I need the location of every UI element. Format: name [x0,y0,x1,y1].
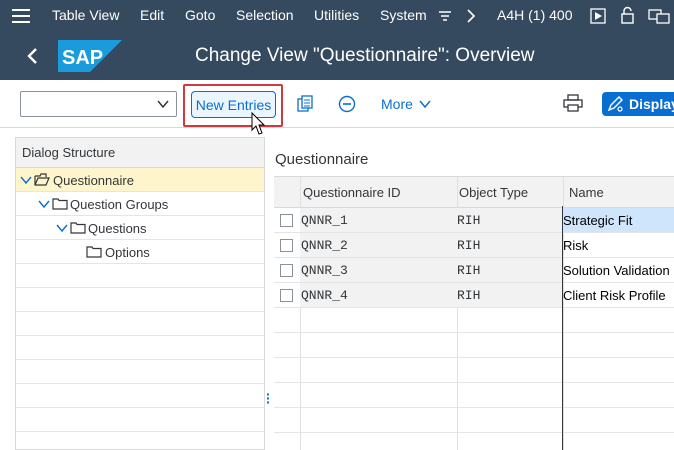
empty-row [274,383,674,408]
tree-empty-row [16,408,264,432]
table-row[interactable]: QNNR_2 RIH Risk [274,233,674,258]
back-icon[interactable] [22,44,42,68]
tree-empty-row [16,288,264,312]
empty-row [274,358,674,383]
empty-row [274,308,674,333]
menu-table-view[interactable]: Table View [52,7,119,23]
cell-name[interactable]: Solution Validation [563,263,670,278]
tree-item-label: Questions [88,221,147,236]
tree-empty-row [16,384,264,408]
cell-name[interactable]: Strategic Fit [563,213,632,228]
folder-icon [86,246,102,258]
panel-splitter[interactable]: · · · [266,387,271,409]
chevron-down-icon[interactable] [56,223,68,233]
display-button[interactable]: Display [602,92,674,116]
open-folder-icon [34,173,50,186]
title-bar: SAP Change View "Questionnaire": Overvie… [0,32,674,80]
mouse-cursor-icon [251,112,266,135]
cell-questionnaire-id: QNNR_2 [301,238,348,253]
tree-empty-row [16,336,264,360]
table-row[interactable]: QNNR_3 RIH Solution Validation [274,258,674,283]
cell-object-type: RIH [457,288,481,303]
display-change-icon [607,96,623,112]
cell-name[interactable]: Client Risk Profile [563,288,666,303]
cell-questionnaire-id: QNNR_3 [301,263,348,278]
chevron-right-icon[interactable] [466,9,476,23]
empty-row [274,408,674,433]
chevron-down-icon[interactable] [38,199,50,209]
table-row[interactable]: QNNR_1 RIH Strategic Fit [274,208,674,233]
row-select-checkbox[interactable] [280,214,293,227]
table-header: Questionnaire ID Object Type Name [274,177,674,208]
grid-title: Questionnaire [275,151,369,168]
row-select-checkbox[interactable] [280,264,293,277]
tree-empty-row [16,360,264,384]
tree-item-label: Question Groups [70,197,169,212]
row-select-checkbox[interactable] [280,289,293,302]
menu-goto[interactable]: Goto [185,7,215,23]
delete-icon[interactable] [338,95,356,113]
customize-icon[interactable] [648,7,670,25]
tree-empty-row [16,264,264,288]
tree-item-questionnaire[interactable]: Questionnaire [16,168,264,192]
dialog-structure-header: Dialog Structure [16,138,264,168]
svg-text:SAP: SAP [62,47,103,69]
sap-logo: SAP [58,40,122,72]
system-id: A4H (1) 400 [497,7,573,23]
tree-item-label: Options [105,245,150,260]
chevron-down-icon[interactable] [20,175,32,185]
tree-item-label: Questionnaire [53,173,134,188]
page-title: Change View "Questionnaire": Overview [195,45,535,66]
unlock-icon[interactable] [620,6,636,24]
folder-icon [52,198,68,210]
folder-icon [70,222,86,234]
menu-bar: Table View Edit Goto Selection Utilities… [0,0,674,32]
copy-as-icon[interactable] [296,95,314,113]
cursor-line [562,206,563,450]
column-header-name[interactable]: Name [569,185,604,200]
chevron-down-icon [419,100,431,109]
tree-empty-row [16,312,264,336]
cell-object-type: RIH [457,263,481,278]
more-label: More [381,96,413,112]
tree-item-questions[interactable]: Questions [16,216,264,240]
table-row[interactable]: QNNR_4 RIH Client Risk Profile [274,283,674,308]
empty-row [274,333,674,358]
cell-questionnaire-id: QNNR_1 [301,213,348,228]
column-header-questionnaire-id[interactable]: Questionnaire ID [303,185,401,200]
cell-name[interactable]: Risk [563,238,588,253]
menu-selection[interactable]: Selection [236,7,294,23]
filter-icon[interactable] [438,9,452,23]
questionnaire-table: Questionnaire ID Object Type Name QNNR_1… [274,176,674,450]
menu-system[interactable]: System [380,7,427,23]
display-label: Display [629,96,674,112]
execute-icon[interactable] [590,8,606,24]
cell-questionnaire-id: QNNR_4 [301,288,348,303]
row-select-checkbox[interactable] [280,239,293,252]
cell-object-type: RIH [457,213,481,228]
more-button[interactable]: More [381,96,432,112]
cell-object-type: RIH [457,238,481,253]
menu-edit[interactable]: Edit [140,7,164,23]
tree-item-options[interactable]: Options [16,240,264,264]
menu-utilities[interactable]: Utilities [314,7,359,23]
column-header-object-type[interactable]: Object Type [459,185,528,200]
command-field[interactable] [20,91,177,117]
tree-item-question-groups[interactable]: Question Groups [16,192,264,216]
dialog-structure-panel: Dialog Structure Questionnaire Question … [15,137,265,450]
print-icon[interactable] [563,94,583,112]
chevron-down-icon[interactable] [156,97,170,111]
menu-icon[interactable] [12,9,30,23]
